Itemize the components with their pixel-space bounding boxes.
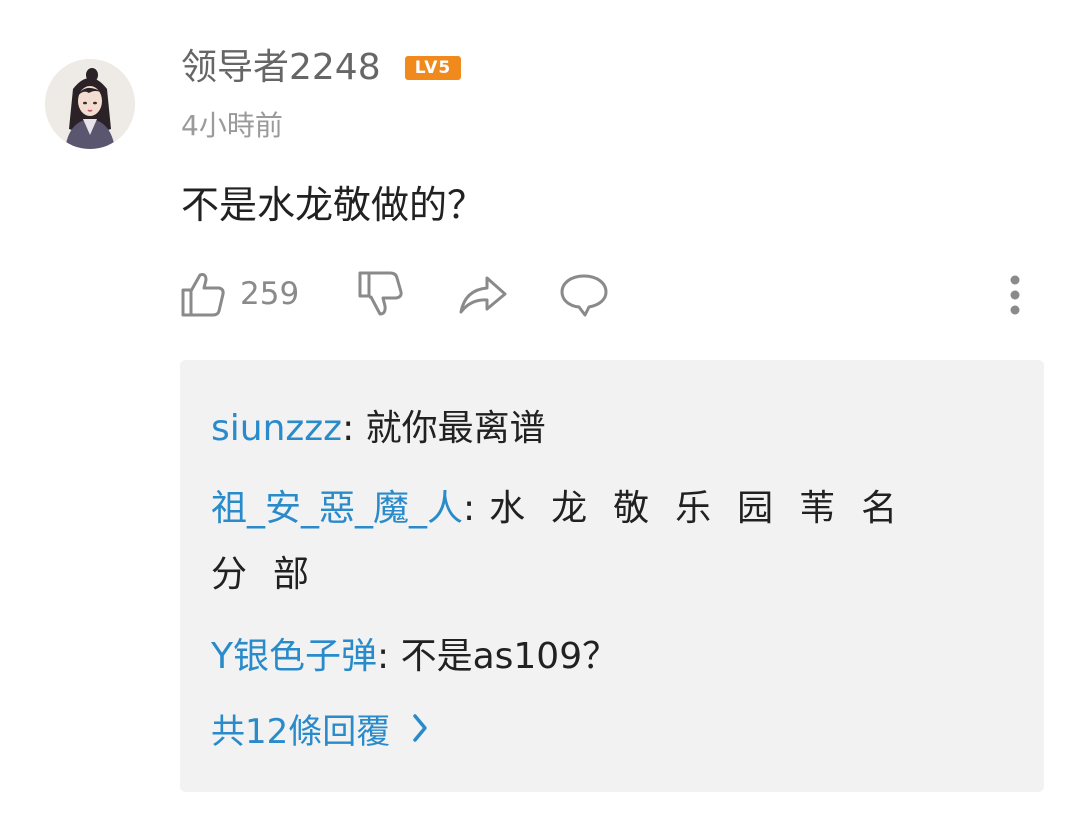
reply-author[interactable]: Y银色子弹 [211, 636, 377, 677]
more-options-button[interactable] [1000, 272, 1030, 318]
reply-separator: : [342, 408, 366, 449]
reply-item[interactable]: siunzzz: 就你最离谱 [211, 404, 546, 454]
reply-button[interactable] [559, 272, 609, 318]
level-badge: LV5 [405, 56, 461, 80]
chevron-right-icon [390, 708, 428, 756]
share-button[interactable] [457, 272, 509, 316]
reply-text: 不是as109？ [400, 636, 619, 677]
more-vertical-icon [1009, 274, 1021, 316]
comment-bubble-icon [559, 272, 609, 318]
thumbs-down-icon [356, 270, 404, 318]
like-count: 259 [240, 276, 300, 312]
reply-text: 水龙敬乐园苇名 [489, 488, 924, 529]
timestamp: 4小時前 [181, 109, 283, 142]
reply-author[interactable]: siunzzz [211, 408, 342, 449]
like-button[interactable]: 259 [180, 270, 299, 318]
dislike-button[interactable] [356, 270, 404, 318]
reply-item[interactable]: Y银色子弹: 不是as109？ [211, 632, 618, 682]
thumbs-up-icon [180, 270, 226, 318]
more-replies-label: 共12條回覆 [211, 712, 391, 752]
username[interactable]: 领导者2248 [181, 44, 381, 92]
view-more-replies-link[interactable]: 共12條回覆 [211, 708, 428, 756]
share-icon [457, 272, 509, 316]
comment-text: 不是水龙敬做的？ [181, 183, 486, 227]
reply-item[interactable]: 祖_安_惡_魔_人: 水龙敬乐园苇名 [211, 484, 923, 534]
reply-text: 就你最离谱 [365, 408, 546, 449]
reply-text-continued: 分部 [211, 554, 336, 595]
reply-separator: : [377, 636, 401, 677]
replies-panel[interactable]: siunzzz: 就你最离谱 祖_安_惡_魔_人: 水龙敬乐园苇名 分部 Y银色子… [180, 360, 1044, 792]
reply-item-continued: 分部 [211, 550, 335, 600]
avatar[interactable] [45, 59, 135, 149]
reply-separator: : [463, 488, 476, 529]
reply-author[interactable]: 祖_安_惡_魔_人 [211, 488, 463, 529]
